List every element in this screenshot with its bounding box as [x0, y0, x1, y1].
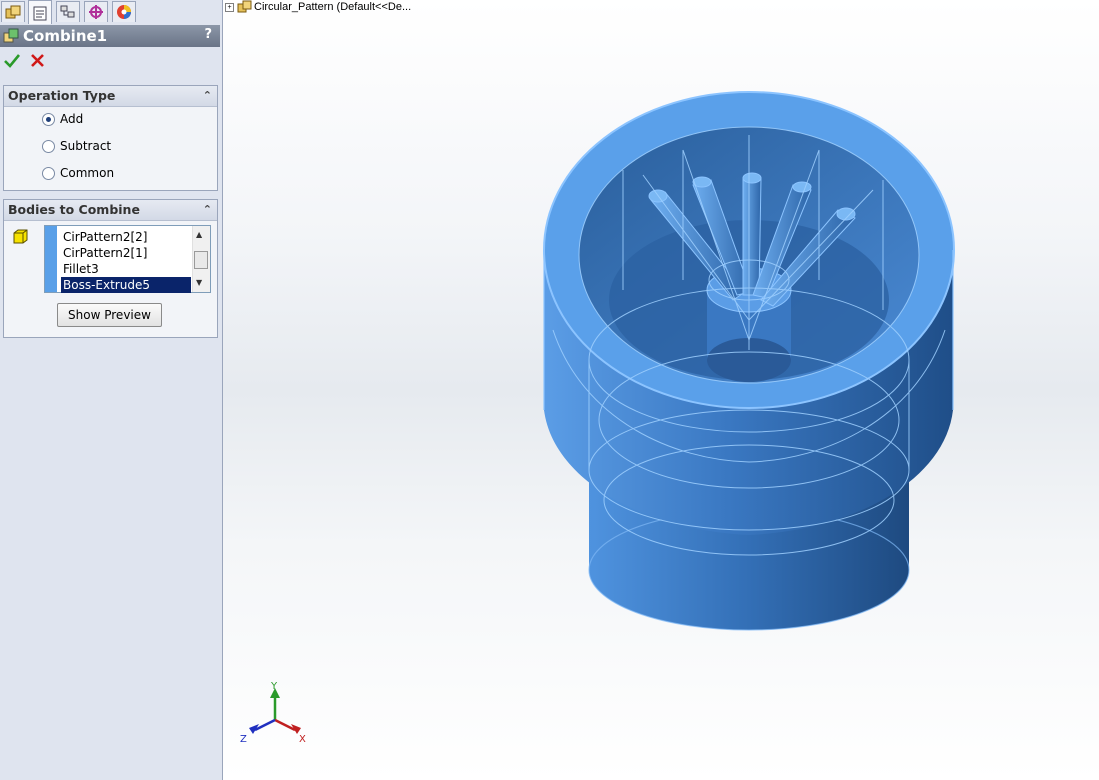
- radio-subtract-button[interactable]: [42, 139, 55, 153]
- scroll-thumb[interactable]: [194, 251, 208, 269]
- bodies-to-combine-header[interactable]: Bodies to Combine ⌃: [4, 200, 217, 221]
- tab-configuration-manager[interactable]: [56, 1, 80, 22]
- operation-type-group: Operation Type ⌃ Add Subtract Common: [3, 85, 218, 191]
- axis-x-label: X: [299, 734, 306, 745]
- scroll-down-arrow-icon[interactable]: ▼: [196, 278, 202, 287]
- tab-display-manager[interactable]: [112, 1, 136, 22]
- axis-z-label: Z: [240, 734, 247, 745]
- solid-body-icon: [13, 229, 28, 244]
- operation-type-title: Operation Type: [8, 88, 116, 103]
- radio-add-button[interactable]: [42, 112, 55, 126]
- manager-tabs: [0, 0, 222, 24]
- feature-title: Combine1: [23, 27, 108, 45]
- tab-feature-manager[interactable]: [1, 1, 25, 22]
- bodies-to-combine-group: Bodies to Combine ⌃ CirPattern2[2] CirPa…: [3, 199, 218, 338]
- property-manager-icon: [33, 6, 47, 20]
- cancel-x-icon[interactable]: [30, 53, 46, 69]
- dimxpert-icon: [89, 5, 103, 19]
- tab-dimxpert-manager[interactable]: [84, 1, 108, 22]
- bodies-listbox[interactable]: CirPattern2[2] CirPattern2[1] Fillet3 Bo…: [44, 225, 211, 293]
- listbox-scrollbar[interactable]: ▲ ▼: [192, 226, 210, 292]
- tab-property-manager[interactable]: [28, 0, 52, 24]
- coordinate-triad-icon: Y X Z: [240, 681, 306, 745]
- list-item[interactable]: CirPattern2[1]: [61, 245, 191, 261]
- graphics-viewport[interactable]: + Circular_Pattern (Default<<De... Y X Z: [223, 0, 1099, 780]
- radio-common[interactable]: Common: [42, 166, 114, 180]
- combine-feature-icon: [3, 28, 19, 43]
- collapse-chevron-icon[interactable]: ⌃: [203, 200, 212, 220]
- ok-check-icon[interactable]: [4, 53, 20, 69]
- scroll-up-arrow-icon[interactable]: ▲: [196, 230, 202, 239]
- radio-common-button[interactable]: [42, 166, 55, 180]
- radio-common-label: Common: [60, 166, 115, 180]
- help-button[interactable]: ?: [204, 27, 212, 42]
- selection-box-strip: [45, 226, 57, 292]
- configuration-manager-icon: [60, 5, 75, 18]
- list-item[interactable]: CirPattern2[2]: [61, 229, 191, 245]
- part-model-graphic[interactable]: [223, 0, 1099, 780]
- list-item-selected[interactable]: Boss-Extrude5: [61, 277, 191, 293]
- property-manager-panel: Combine1 ? Operation Type ⌃ Add Subtract…: [0, 0, 223, 780]
- radio-add-label: Add: [60, 112, 84, 126]
- bodies-to-combine-title: Bodies to Combine: [8, 202, 140, 217]
- collapse-chevron-icon[interactable]: ⌃: [203, 86, 212, 106]
- operation-type-header[interactable]: Operation Type ⌃: [4, 86, 217, 107]
- radio-subtract[interactable]: Subtract: [42, 139, 111, 153]
- radio-subtract-label: Subtract: [60, 139, 112, 153]
- radio-add[interactable]: Add: [42, 112, 83, 126]
- axis-y-label: Y: [270, 681, 278, 692]
- feature-title-bar: Combine1 ?: [0, 25, 220, 47]
- feature-manager-icon: [5, 5, 21, 19]
- list-item[interactable]: Fillet3: [61, 261, 191, 277]
- display-manager-icon: [117, 5, 131, 19]
- show-preview-button[interactable]: Show Preview: [57, 303, 162, 327]
